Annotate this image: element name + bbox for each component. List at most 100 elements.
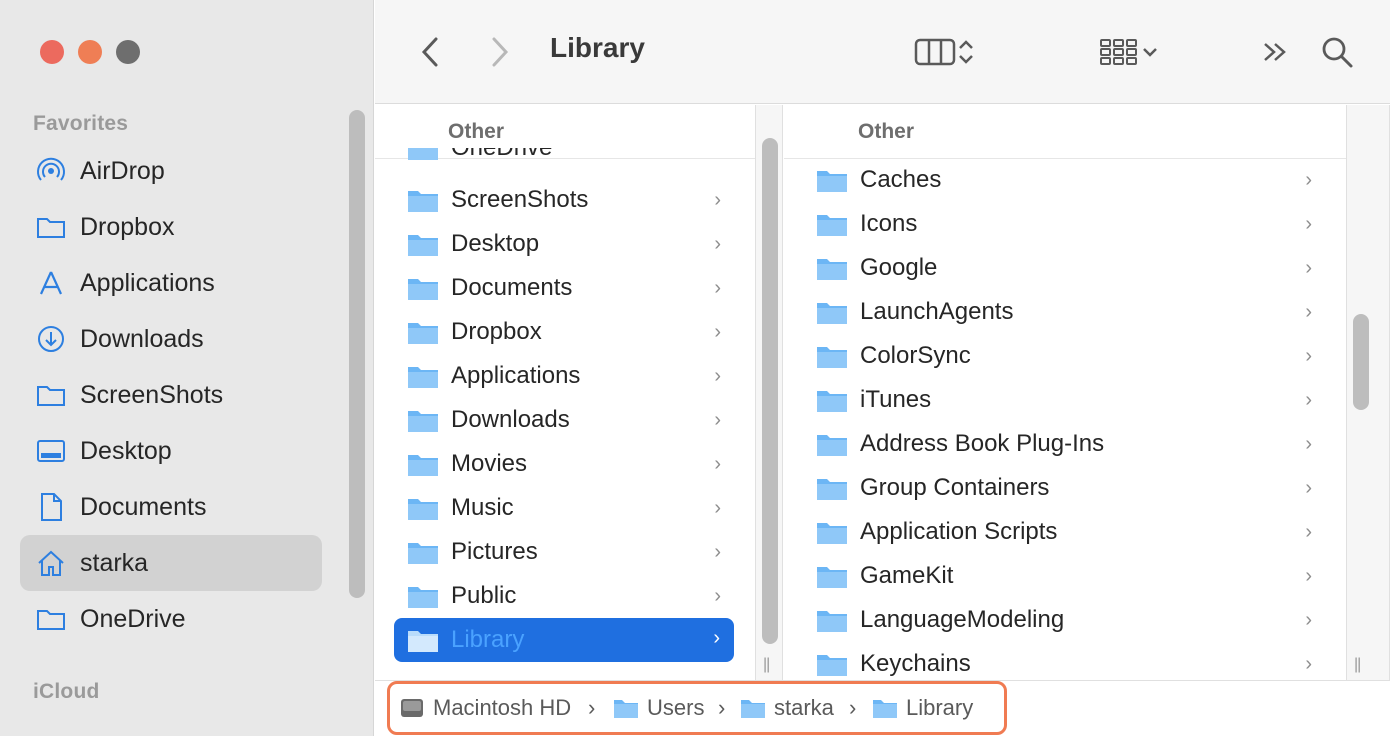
chevron-left-icon [421, 37, 438, 67]
list-item[interactable]: Dropbox › [407, 312, 735, 352]
sidebar-item-airdrop[interactable]: AirDrop [20, 143, 322, 199]
column-1-scrollbar[interactable] [762, 138, 778, 644]
path-bar: Macintosh HD › Users › starka › Library [375, 680, 1390, 736]
folder-icon [34, 602, 68, 636]
search-button[interactable] [1317, 34, 1357, 70]
folder-icon [408, 455, 438, 476]
folder-icon [817, 435, 847, 456]
folder-icon [408, 279, 438, 300]
list-item[interactable]: LanguageModeling › [816, 600, 1326, 640]
crumb-label: Users [647, 695, 705, 720]
list-item[interactable]: Icons › [816, 204, 1326, 244]
folder-icon [817, 259, 847, 280]
window-controls [40, 40, 140, 64]
chevron-down-icon [1143, 48, 1157, 57]
chevron-right-icon [492, 37, 509, 67]
zoom-window-button[interactable] [116, 40, 140, 64]
sidebar-item-label: AirDrop [80, 156, 165, 185]
sidebar-item-label: Applications [80, 268, 215, 297]
list-item[interactable]: Library › [394, 618, 734, 662]
chevron-right-icon: › [714, 277, 721, 299]
search-icon [1322, 37, 1353, 68]
folder-name: Icons [860, 210, 918, 237]
group-button[interactable] [1090, 34, 1170, 70]
folder-name: OneDrive [451, 148, 552, 162]
sidebar-item-label: Desktop [80, 436, 172, 465]
folder-name: Keychains [860, 650, 971, 677]
folder-icon [408, 411, 438, 432]
view-mode-button[interactable] [905, 34, 985, 70]
sidebar-item-label: Documents [80, 492, 207, 521]
updown-chevron-icon [959, 40, 973, 64]
sidebar-item-screenshots[interactable]: ScreenShots [20, 367, 322, 423]
folder-icon [408, 543, 438, 564]
chevron-right-icon: › [1305, 477, 1312, 499]
folder-name: Public [451, 582, 517, 609]
path-crumb-library[interactable]: Library [872, 695, 973, 721]
list-item[interactable]: Address Book Plug-Ins › [816, 424, 1326, 464]
chevron-right-icon: › [714, 497, 721, 519]
chevron-right-icon: › [714, 233, 721, 255]
sidebar-item-desktop[interactable]: Desktop [20, 423, 322, 479]
folder-icon [408, 631, 438, 652]
close-window-button[interactable] [40, 40, 64, 64]
folder-icon [34, 210, 68, 244]
list-item[interactable]: Google › [816, 248, 1326, 288]
column-resize-grip[interactable]: || [1354, 656, 1361, 674]
folder-name: Application Scripts [860, 518, 1058, 545]
sidebar-item-documents[interactable]: Documents [20, 479, 322, 535]
columns-view-icon [914, 38, 956, 66]
sidebar-item-downloads[interactable]: Downloads [20, 311, 322, 367]
list-item[interactable]: Application Scripts › [816, 512, 1326, 552]
folder-name: Movies [451, 450, 528, 477]
list-item[interactable]: Movies › [407, 444, 735, 484]
column-resize-grip[interactable]: || [763, 656, 770, 674]
list-item[interactable]: ColorSync › [816, 336, 1326, 376]
back-button[interactable] [413, 34, 447, 70]
folder-icon [408, 235, 438, 256]
folder-icon [817, 567, 847, 588]
list-item[interactable]: Public › [407, 576, 735, 616]
folder-name: Documents [451, 274, 573, 301]
home-folder-icon [741, 700, 765, 718]
list-item[interactable]: iTunes › [816, 380, 1326, 420]
list-item[interactable]: LaunchAgents › [816, 292, 1326, 332]
chevron-right-icon: › [714, 365, 721, 387]
list-item[interactable]: Applications › [407, 356, 735, 396]
list-item[interactable]: Keychains › [816, 644, 1326, 684]
list-item[interactable]: OneDrive [407, 148, 735, 168]
path-separator: › [849, 695, 857, 720]
sidebar-item-onedrive[interactable]: OneDrive [20, 591, 322, 647]
minimize-window-button[interactable] [78, 40, 102, 64]
sidebar-item-dropbox[interactable]: Dropbox [20, 199, 322, 255]
double-chevron-right-icon [1264, 43, 1286, 61]
list-item[interactable]: Music › [407, 488, 735, 528]
sidebar-item-applications[interactable]: Applications [20, 255, 322, 311]
list-item[interactable]: Documents › [407, 268, 735, 308]
path-crumb-macintosh-hd[interactable]: Macintosh HD [399, 695, 571, 721]
sidebar-scrollbar[interactable] [349, 110, 365, 598]
desktop-icon [34, 434, 68, 468]
grid-icon [1100, 39, 1137, 65]
forward-button[interactable] [483, 34, 517, 70]
list-item[interactable]: GameKit › [816, 556, 1326, 596]
sidebar-item-starka[interactable]: starka [20, 535, 322, 591]
path-separator: › [718, 695, 726, 720]
chevron-right-icon: › [713, 627, 720, 649]
list-item[interactable]: Desktop › [407, 224, 735, 264]
list-item[interactable]: Downloads › [407, 400, 735, 440]
folder-icon [408, 367, 438, 388]
more-toolbar-button[interactable] [1255, 34, 1295, 70]
list-item[interactable]: Pictures › [407, 532, 735, 572]
column-2-scrollbar[interactable] [1353, 314, 1369, 410]
path-crumb-starka[interactable]: starka [740, 695, 834, 721]
list-item[interactable]: Caches › [816, 160, 1326, 200]
list-item[interactable]: ScreenShots › [407, 180, 735, 220]
folder-name: Dropbox [451, 318, 542, 345]
hard-drive-icon [401, 699, 423, 717]
sidebar-item-label: OneDrive [80, 604, 186, 633]
list-item[interactable]: Group Containers › [816, 468, 1326, 508]
chevron-right-icon: › [1305, 169, 1312, 191]
path-crumb-users[interactable]: Users [613, 695, 704, 721]
folder-name: GameKit [860, 562, 954, 589]
